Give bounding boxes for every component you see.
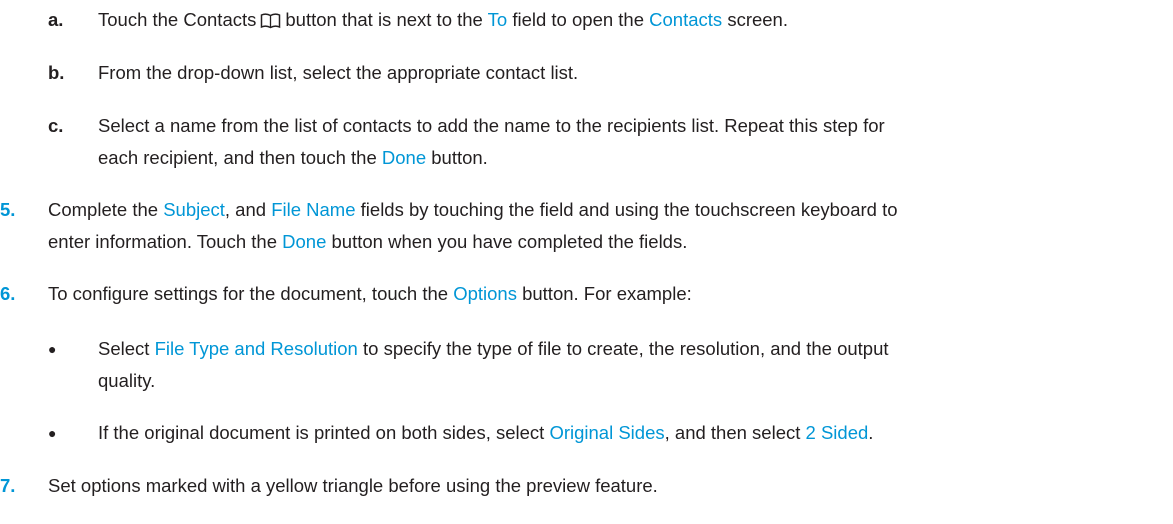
text-run: , and [224,199,267,220]
text-run: button. For example: [522,283,692,304]
to-field-reference: To [487,9,508,30]
file-name-field-reference: File Name [271,199,356,220]
step-number: 5. [0,199,16,220]
substep-text: Touch the Contacts button that is next t… [98,7,788,33]
text-run: field to open the [512,9,645,30]
text-run: screen. [727,9,788,30]
text-run: button when you have completed the field… [331,231,688,252]
text-run: enter information. Touch the [48,231,277,252]
instruction-page: a. Touch the Contacts button that is nex… [0,0,1173,524]
step-text: Set options marked with a yellow triangl… [48,475,658,496]
text-run: If the original document is printed on b… [98,422,545,443]
two-sided-reference: 2 Sided [805,422,869,443]
contacts-book-icon [261,13,281,29]
original-sides-reference: Original Sides [549,422,665,443]
text-run: button that is next to the [285,9,483,30]
bullet-marker: ● [48,341,57,357]
text-line: quality. [98,370,156,391]
text-run: . [868,422,874,443]
substep-marker: b. [48,62,65,83]
text-run: Complete the [48,199,159,220]
step-text: To configure settings for the document, … [48,281,692,307]
step-text: Complete the Subject, and File Name fiel… [48,197,1158,255]
text-line: Select File Type and Resolution to speci… [98,336,1158,362]
done-button-reference: Done [381,147,427,168]
text-run: each recipient, and then touch the [98,147,377,168]
subject-field-reference: Subject [163,199,225,220]
text-run: button. [431,147,488,168]
text-line: enter information. Touch the Done button… [48,229,1158,255]
bullet-text: If the original document is printed on b… [98,420,873,446]
text-run: To configure settings for the document, … [48,283,449,304]
substep-marker: c. [48,115,64,136]
step-number: 6. [0,283,16,304]
text-run: , and then select [664,422,801,443]
substep-text: From the drop-down list, select the appr… [98,62,579,83]
substep-text: Select a name from the list of contacts … [98,113,1158,171]
bullet-marker: ● [48,425,57,441]
file-type-resolution-reference: File Type and Resolution [154,338,358,359]
contacts-screen-reference: Contacts [649,9,723,30]
text-line: Complete the Subject, and File Name fiel… [48,197,1158,223]
text-line: each recipient, and then touch the Done … [98,145,1158,171]
text-run: fields by touching the field and using t… [360,199,898,220]
options-button-reference: Options [453,283,517,304]
text-run: Touch the Contacts [98,9,257,30]
substep-marker: a. [48,9,64,30]
bullet-text: Select File Type and Resolution to speci… [98,336,1158,394]
text-line: Select a name from the list of contacts … [98,115,885,136]
step-number: 7. [0,475,16,496]
done-button-reference: Done [282,231,327,252]
text-run: to specify the type of file to create, t… [363,338,889,359]
text-run: Select [98,338,150,359]
